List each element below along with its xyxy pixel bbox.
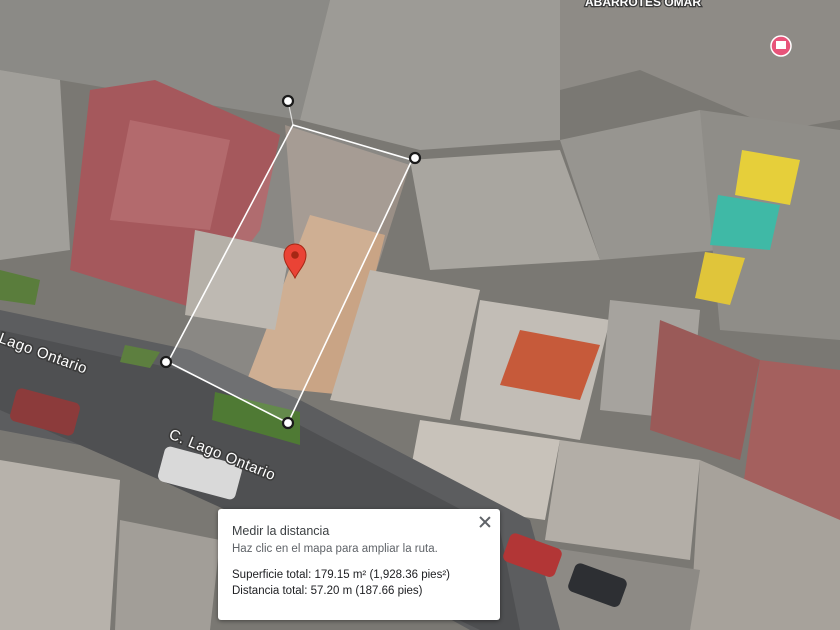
total-area-label: Superficie total: [232,569,312,581]
total-area-row: Superficie total: 179.15 m² (1,928.36 pi… [232,569,486,581]
vertex-dot-icon[interactable] [159,355,173,369]
panel-title: Medir la distancia [232,524,330,538]
panel-hint: Haz clic en el mapa para ampliar la ruta… [232,543,438,555]
vertex-dot-icon[interactable] [408,151,422,165]
close-icon[interactable] [478,515,492,529]
total-area-value: 179.15 m² (1,928.36 pies²) [314,569,450,581]
total-distance-value: 57.20 m (187.66 pies) [310,585,423,597]
measure-distance-panel: Medir la distancia Haz clic en el mapa p… [218,509,500,620]
total-distance-row: Distancia total: 57.20 m (187.66 pies) [232,585,486,597]
total-distance-label: Distancia total: [232,585,308,597]
store-icon[interactable] [770,35,792,57]
poi-label[interactable]: ABARROTES OMAR [584,0,703,10]
vertex-dot-icon[interactable] [281,94,295,108]
vertex-dot-icon[interactable] [281,416,295,430]
